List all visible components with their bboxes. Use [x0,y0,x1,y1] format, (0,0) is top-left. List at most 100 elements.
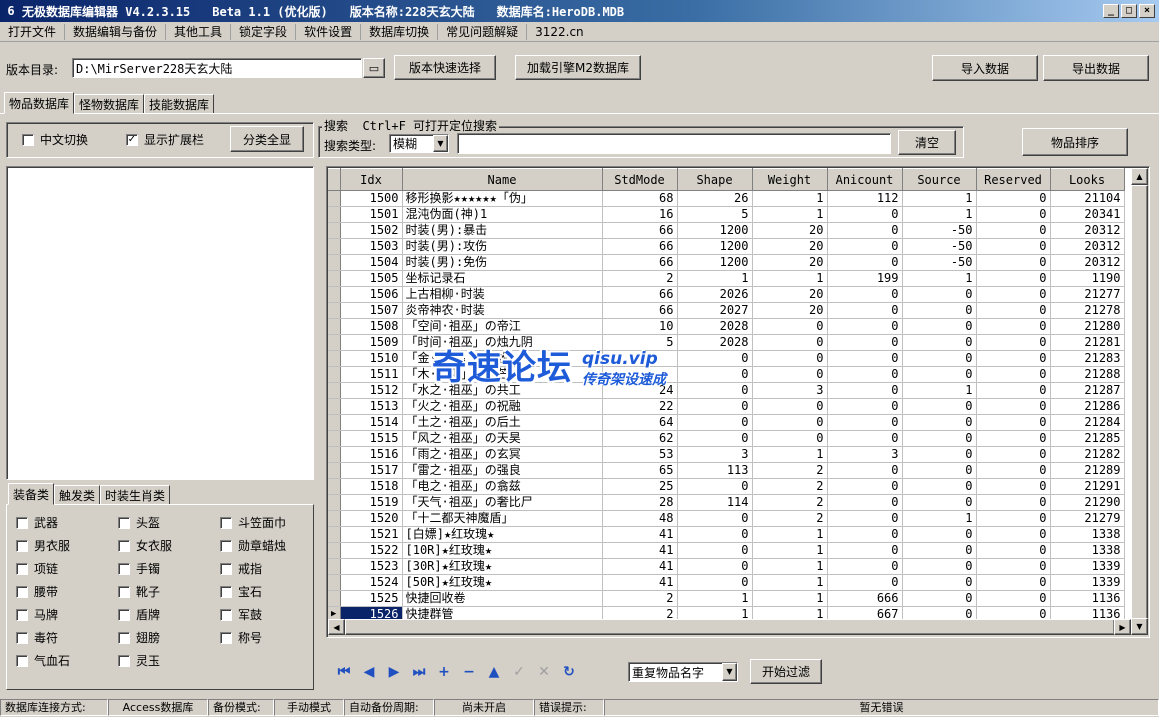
cell-idx[interactable]: 1513 [340,398,403,415]
table-row[interactable]: 1525 快捷回收卷 2 1 1 666 0 0 1136 [328,590,1125,607]
table-row[interactable]: 1507 炎帝神农·时装 66 2027 20 0 0 0 21278 [328,302,1125,319]
category-checkbox-box[interactable] [118,562,130,575]
cell-shape[interactable]: 0 [677,382,753,399]
cell-name[interactable]: 「雨之·祖巫」の玄冥 [402,446,603,463]
export-button[interactable]: 导出数据 [1043,55,1149,81]
cell-weight[interactable]: 0 [752,366,828,383]
cell-idx[interactable]: 1509 [340,334,403,351]
category-checkbox-box[interactable] [16,631,28,644]
cell-shape[interactable]: 0 [677,558,753,575]
row-indicator[interactable] [328,558,341,575]
cell-source[interactable]: 0 [902,414,977,431]
cell-source[interactable]: 0 [902,286,977,303]
refresh-icon[interactable]: ↻ [561,664,577,680]
cell-name[interactable]: 移形换影★★★★★★「伪」 [402,190,603,207]
cell-weight[interactable]: 0 [752,414,828,431]
row-indicator[interactable] [328,222,341,239]
category-checkbox[interactable]: 勋章蜡烛 [220,537,300,554]
cell-name[interactable]: 坐标记录石 [402,270,603,287]
cell-stdmode[interactable]: 48 [602,510,678,527]
row-indicator[interactable] [328,286,341,303]
first-record-icon[interactable]: ⏮ [336,664,352,680]
cell-anicount[interactable]: 0 [827,478,903,495]
cell-idx[interactable]: 1504 [340,254,403,271]
cell-stdmode[interactable]: 2 [602,590,678,607]
cell-looks[interactable]: 21280 [1050,318,1125,335]
row-indicator[interactable] [328,302,341,319]
cell-weight[interactable]: 20 [752,222,828,239]
cell-looks[interactable]: 1339 [1050,574,1125,591]
cell-reserved[interactable]: 0 [976,270,1051,287]
cell-shape[interactable]: 2028 [677,318,753,335]
cell-idx[interactable]: 1524 [340,574,403,591]
cell-anicount[interactable]: 0 [827,558,903,575]
cell-weight[interactable]: 1 [752,206,828,223]
cell-looks[interactable]: 21282 [1050,446,1125,463]
cell-name[interactable]: 快捷回收卷 [402,590,603,607]
column-header-anicount[interactable]: Anicount [827,168,903,191]
category-checkbox[interactable]: 翅膀 [118,629,220,646]
menu-lock-fields[interactable]: 锁定字段 [231,23,297,40]
row-indicator[interactable] [328,206,341,223]
table-row[interactable]: 1520 「十二都天神魔盾」 48 0 2 0 1 0 21279 [328,510,1125,527]
cell-name[interactable]: 时装(男):免伤 [402,254,603,271]
dir-input[interactable]: D:\MirServer228天玄大陆 [72,58,362,78]
cell-anicount[interactable]: 0 [827,318,903,335]
cell-anicount[interactable]: 0 [827,494,903,511]
cell-source[interactable]: -50 [902,222,977,239]
cell-source[interactable]: 0 [902,446,977,463]
cell-idx[interactable]: 1502 [340,222,403,239]
cell-weight[interactable]: 2 [752,462,828,479]
cell-idx[interactable]: 1525 [340,590,403,607]
category-checkbox[interactable]: 气血石 [16,652,118,669]
cell-source[interactable]: 1 [902,382,977,399]
cell-source[interactable]: 0 [902,478,977,495]
cell-stdmode[interactable]: 66 [602,238,678,255]
cell-name[interactable]: 「土之·祖巫」の后土 [402,414,603,431]
cell-stdmode[interactable]: 41 [602,558,678,575]
cell-shape[interactable]: 114 [677,494,753,511]
cell-reserved[interactable]: 0 [976,574,1051,591]
cell-reserved[interactable]: 0 [976,302,1051,319]
category-checkbox[interactable]: 称号 [220,629,300,646]
cell-anicount[interactable]: 112 [827,190,903,207]
cell-stdmode[interactable]: 25 [602,478,678,495]
close-button[interactable]: × [1139,4,1155,18]
cell-idx[interactable]: 1517 [340,462,403,479]
cell-looks[interactable]: 20312 [1050,222,1125,239]
cell-shape[interactable]: 0 [677,366,753,383]
row-indicator[interactable] [328,510,341,527]
cell-shape[interactable]: 5 [677,206,753,223]
row-indicator[interactable] [328,334,341,351]
cell-looks[interactable]: 21279 [1050,510,1125,527]
cell-anicount[interactable]: 666 [827,590,903,607]
cell-stdmode[interactable]: 62 [602,430,678,447]
cell-stdmode[interactable]: 66 [602,302,678,319]
cell-anicount[interactable]: 0 [827,254,903,271]
maximize-button[interactable]: □ [1121,4,1137,18]
cell-reserved[interactable]: 0 [976,254,1051,271]
tab-skills[interactable]: 技能数据库 [144,94,215,114]
cell-looks[interactable]: 21289 [1050,462,1125,479]
cell-source[interactable]: 0 [902,574,977,591]
cell-stdmode[interactable]: 10 [602,318,678,335]
vertical-scrollbar[interactable]: ▲ ▼ [1131,168,1148,635]
column-header-name[interactable]: Name [402,168,603,191]
cell-looks[interactable]: 1338 [1050,542,1125,559]
cell-name[interactable]: 「电之·祖巫」の翕兹 [402,478,603,495]
table-row[interactable]: 1504 时装(男):免伤 66 1200 20 0 -50 0 20312 [328,254,1125,271]
cell-anicount[interactable]: 0 [827,462,903,479]
scroll-right-icon[interactable]: ▶ [1114,619,1131,635]
category-checkbox[interactable]: 女衣服 [118,537,220,554]
cell-weight[interactable]: 20 [752,286,828,303]
row-indicator[interactable] [328,446,341,463]
checkmark-icon[interactable]: ✓ [126,133,138,146]
cell-reserved[interactable]: 0 [976,222,1051,239]
row-indicator[interactable] [328,238,341,255]
chevron-down-icon[interactable]: ▼ [433,135,448,152]
cell-looks[interactable]: 21278 [1050,302,1125,319]
cell-reserved[interactable]: 0 [976,318,1051,335]
row-indicator[interactable] [328,318,341,335]
cell-weight[interactable]: 20 [752,254,828,271]
cell-anicount[interactable]: 0 [827,382,903,399]
